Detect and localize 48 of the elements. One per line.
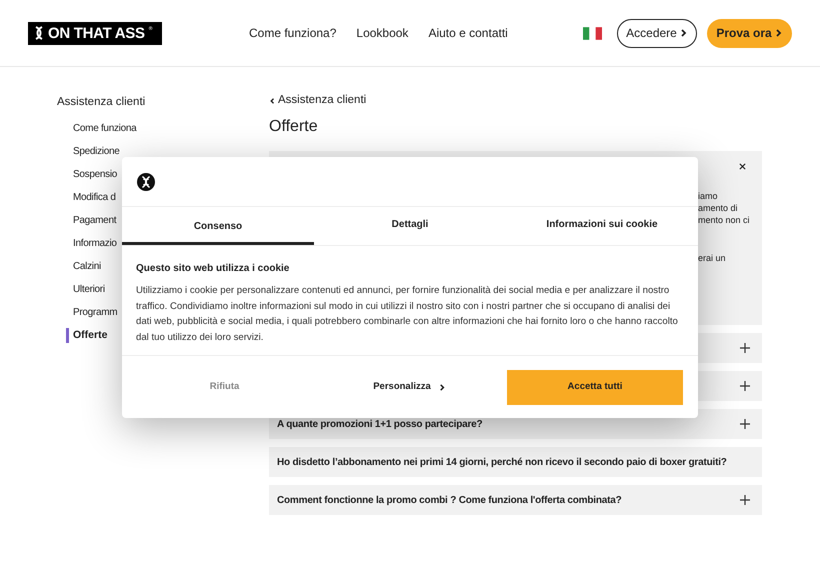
sidebar-item[interactable]: Sospensio xyxy=(73,167,117,182)
customize-button[interactable]: Personalizza xyxy=(322,370,497,404)
reject-button[interactable]: Rifiuta xyxy=(137,370,312,404)
chevron-left-icon xyxy=(269,96,275,104)
chevron-icon xyxy=(438,384,446,390)
back-link[interactable]: Assistenza clienti xyxy=(269,94,762,107)
faq-item[interactable]: Ho disdetto l’abbonamento nei primi 14 giorni, perché non ricevo il secondo paio di boxer gratuiti? xyxy=(269,447,762,477)
plus-icon xyxy=(740,381,750,391)
logo-icon xyxy=(137,172,155,190)
nav-link[interactable]: Come funziona? xyxy=(249,24,336,42)
close-icon[interactable] xyxy=(739,163,746,170)
answer-text: mento non ci xyxy=(698,214,751,226)
faq-question: Ho disdetto l’abbonamento nei primi 14 giorni, perché non ricevo il secondo paio di boxer gratuiti? xyxy=(277,456,727,470)
faq-question: A quante promozioni 1+1 posso partecipare? xyxy=(277,418,482,432)
dialog-text: Utilizziamo i cookie per personalizzare contenuti ed annunci, per fornire funzionalità dei social media e per analizzare il nostro traffico. Condividiamo inoltre informazioni sul modo in cui utilizzi il nostro sito con i nostri partner che si occupano di analisi dei dati web, pubblicità e social media, i quali potrebbero combinarle con altre informazioni che hai fornito loro o che hanno raccolto dal tuo utilizzo dei loro servizi. xyxy=(136,284,679,344)
sidebar-title[interactable]: Assistenza clienti xyxy=(57,94,269,117)
answer-text: iamo xyxy=(698,190,719,202)
sidebar-item[interactable]: Calzini xyxy=(73,259,101,274)
page-title: Offerte xyxy=(269,117,319,135)
sidebar-item[interactable]: Ulteriori xyxy=(73,282,105,297)
chevron-icon xyxy=(774,29,783,37)
answer-text: amento di xyxy=(698,202,739,214)
plus-icon xyxy=(740,419,750,429)
sidebar-item[interactable]: Pagament xyxy=(73,213,116,228)
dialog-tab[interactable]: Consenso xyxy=(122,207,314,245)
faq-question: Comment fonctionne la promo combi ? Come funziona l'offerta combinata? xyxy=(277,494,622,508)
logo-text: ON THAT ASS xyxy=(48,26,145,40)
sidebar-item[interactable]: Modifica d xyxy=(73,190,116,205)
try-now-button[interactable]: Prova ora xyxy=(707,18,792,48)
italian-flag-icon[interactable] xyxy=(583,26,602,40)
sidebar-item[interactable]: Come funziona xyxy=(73,121,136,136)
sidebar-item[interactable]: Informazio xyxy=(73,236,117,251)
dialog-tab[interactable]: Dettagli xyxy=(314,207,506,245)
sidebar-item[interactable]: Offerte xyxy=(73,328,108,344)
answer-text: erai un xyxy=(698,252,727,264)
chevron-icon xyxy=(680,29,688,37)
accept-all-button[interactable]: Accetta tutti xyxy=(507,370,683,404)
login-button[interactable]: Accedere xyxy=(617,18,697,48)
plus-icon xyxy=(740,495,750,505)
dialog-heading: Questo sito web utilizza i cookie xyxy=(136,262,290,276)
faq-item[interactable]: Comment fonctionne la promo combi ? Come funziona l'offerta combinata? xyxy=(269,485,762,515)
plus-icon xyxy=(740,343,750,353)
nav-link[interactable]: Aiuto e contatti xyxy=(428,24,508,42)
logo-icon xyxy=(34,26,44,40)
dialog-tab[interactable]: Informazioni sui cookie xyxy=(506,207,698,245)
sidebar-item[interactable]: Programm xyxy=(73,305,118,320)
sidebar-item[interactable]: Spedizione xyxy=(73,144,120,159)
nav-link[interactable]: Lookbook xyxy=(356,24,408,42)
